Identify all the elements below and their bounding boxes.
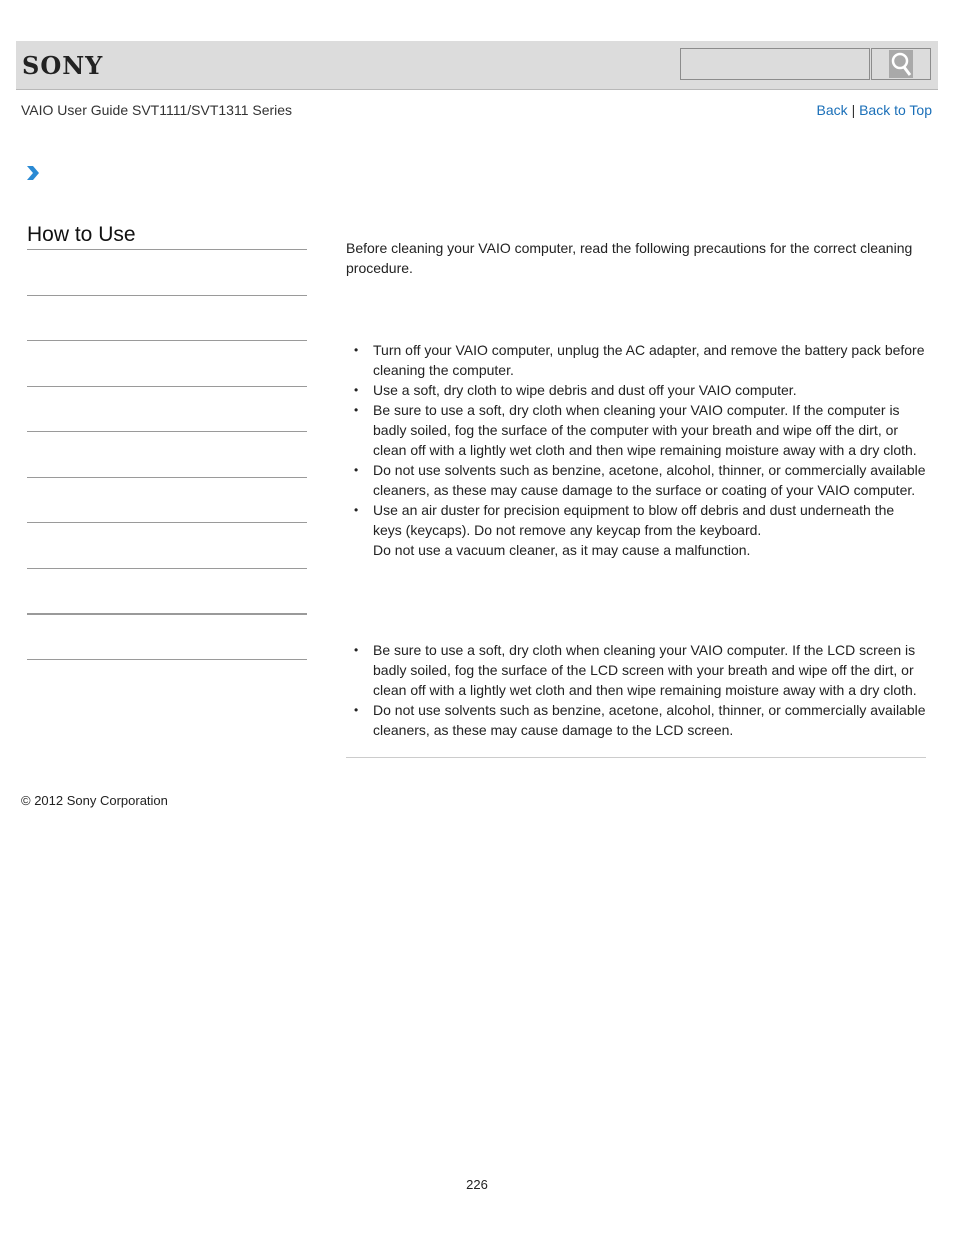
- copyright: © 2012 Sony Corporation: [21, 793, 168, 808]
- list-item-note: Do not use a vacuum cleaner, as it may c…: [373, 542, 751, 558]
- lcd-cleaning-list: Be sure to use a soft, dry cloth when cl…: [346, 640, 926, 740]
- sony-logo[interactable]: SONY: [22, 51, 103, 80]
- search-icon: [889, 50, 913, 78]
- intro-paragraph: Before cleaning your VAIO computer, read…: [346, 240, 913, 276]
- sidebar-item-6[interactable]: [27, 522, 307, 523]
- list-item: Do not use solvents such as benzine, ace…: [346, 700, 926, 740]
- back-link[interactable]: Back: [817, 102, 848, 118]
- list-item: Use an air duster for precision equipmen…: [346, 500, 926, 560]
- list-item: Be sure to use a soft, dry cloth when cl…: [346, 640, 926, 700]
- sidebar-item-9[interactable]: [27, 659, 307, 660]
- sidebar-item-8[interactable]: [27, 613, 307, 615]
- sidebar-title: How to Use: [27, 223, 136, 246]
- search-input[interactable]: [680, 48, 870, 80]
- sidebar-item-2[interactable]: [27, 340, 307, 341]
- sidebar-item-7[interactable]: [27, 568, 307, 569]
- chevron-right-icon[interactable]: [26, 165, 40, 186]
- list-item: Use a soft, dry cloth to wipe debris and…: [346, 380, 926, 400]
- list-item: Do not use solvents such as benzine, ace…: [346, 460, 926, 500]
- top-links: Back | Back to Top: [817, 102, 932, 118]
- list-item: Turn off your VAIO computer, unplug the …: [346, 340, 926, 380]
- sidebar-item-5[interactable]: [27, 477, 307, 478]
- sidebar-item-4[interactable]: [27, 431, 307, 432]
- content-divider: [346, 757, 926, 758]
- sidebar-item-3[interactable]: [27, 386, 307, 387]
- page-number: 226: [466, 1177, 488, 1192]
- sidebar-divider: [27, 249, 307, 250]
- sidebar-item-1[interactable]: [27, 295, 307, 296]
- guide-title: VAIO User Guide SVT1111/SVT1311 Series: [21, 102, 293, 118]
- computer-cleaning-list: Turn off your VAIO computer, unplug the …: [346, 340, 926, 560]
- list-item: Be sure to use a soft, dry cloth when cl…: [346, 400, 926, 460]
- header-bar: SONY: [16, 41, 938, 90]
- search-button[interactable]: [871, 48, 931, 80]
- link-separator: |: [851, 102, 856, 118]
- back-to-top-link[interactable]: Back to Top: [859, 102, 932, 118]
